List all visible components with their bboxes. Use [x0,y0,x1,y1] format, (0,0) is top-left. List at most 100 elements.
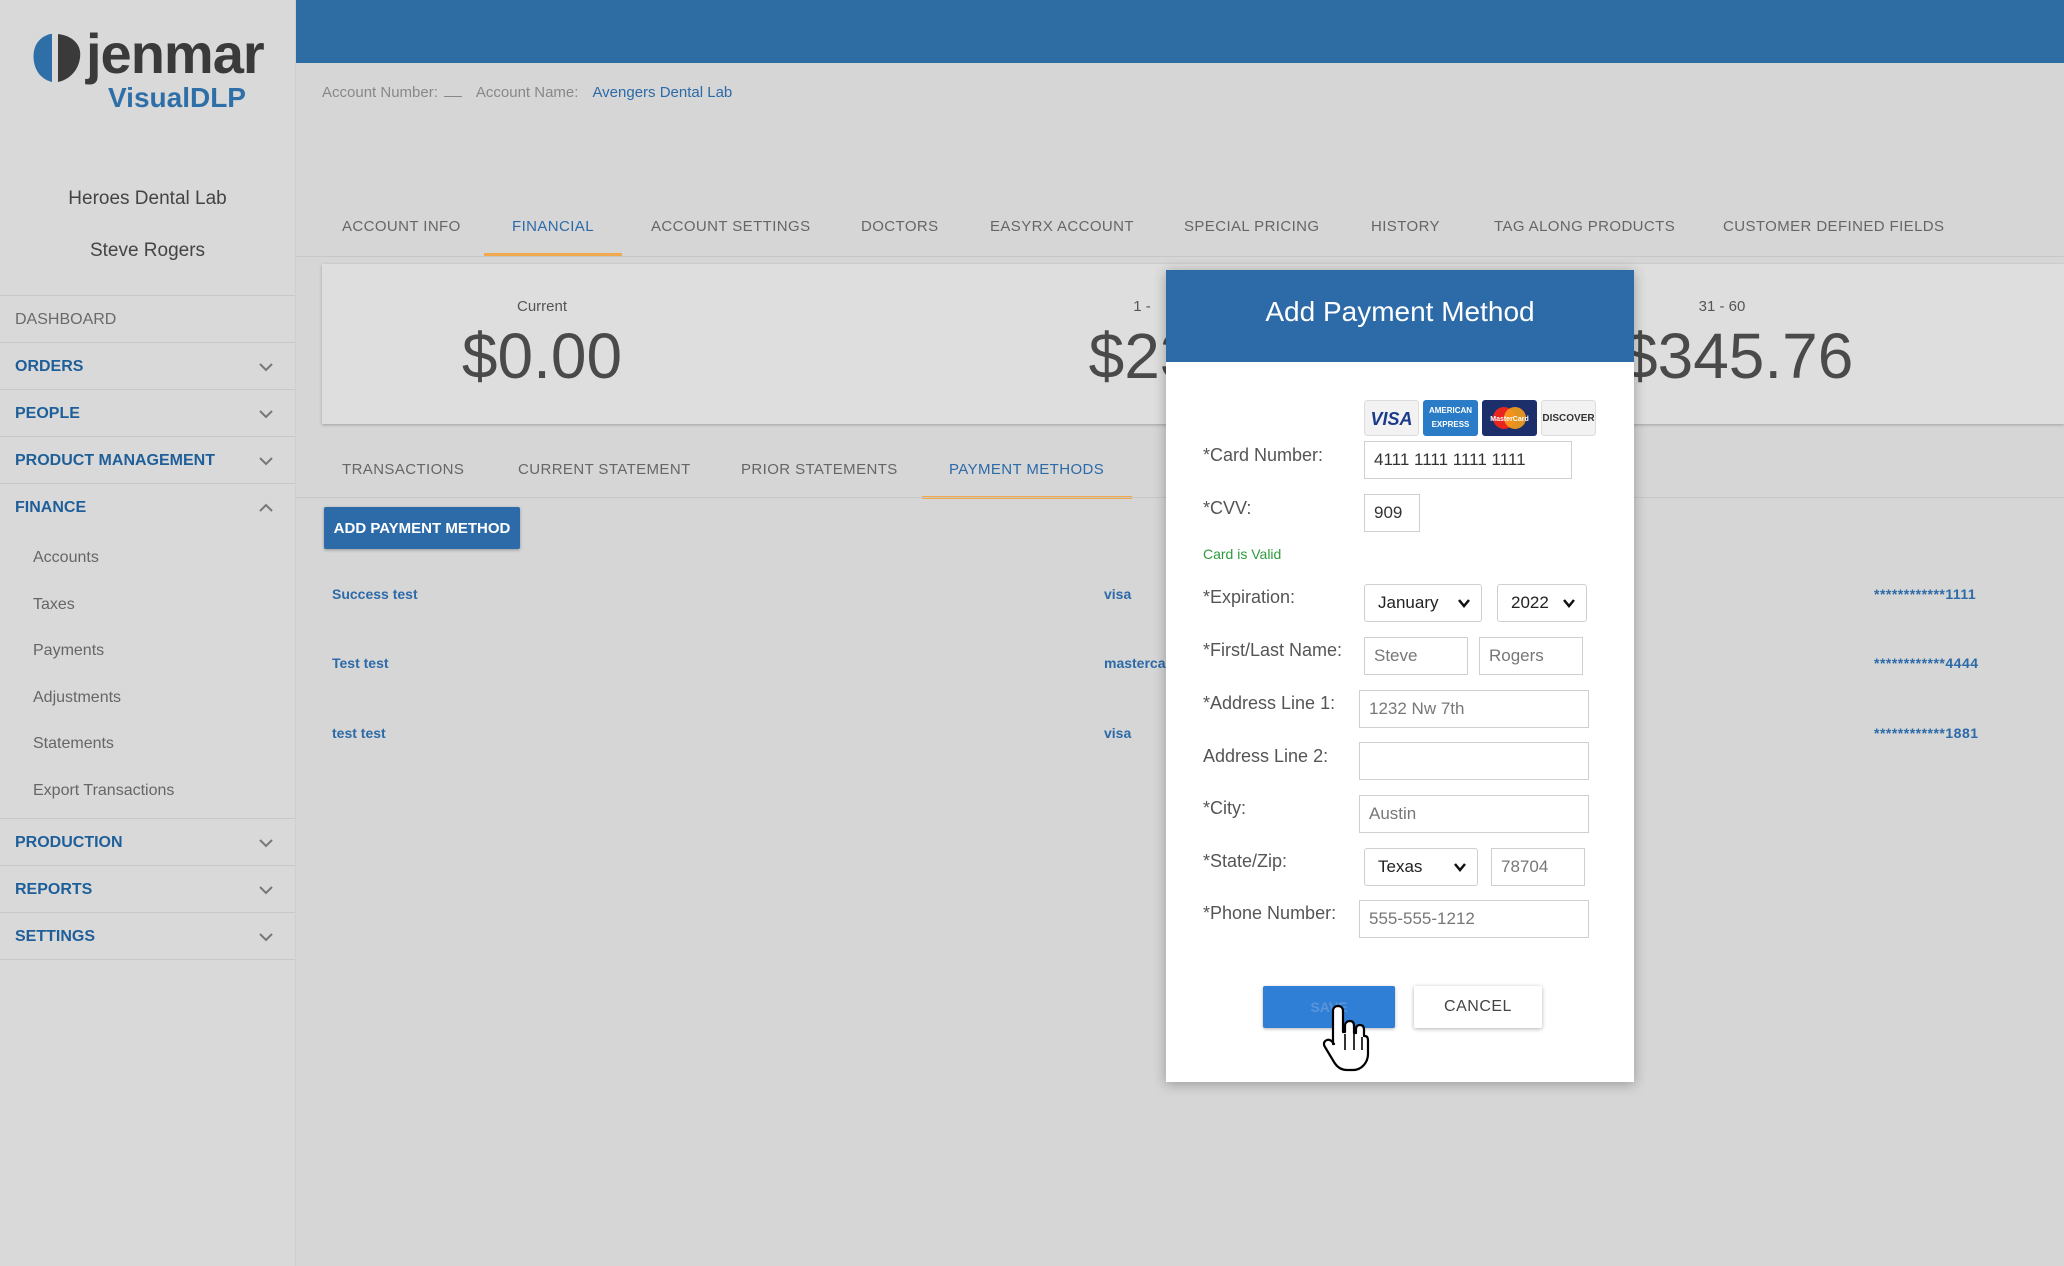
mastercard-label: MasterCard [1490,416,1529,423]
tabs-divider [296,256,2064,257]
expiration-year-value: 2022 [1511,593,1549,612]
expiration-year-select[interactable]: 2022 [1497,584,1587,622]
summary-label: Current [516,298,568,315]
payment-method-number: ************1881 [1874,725,1979,741]
summary-value: $345.76 [1622,320,1854,392]
nav-finance-adjustments[interactable]: Adjustments [0,675,295,722]
visa-card-icon: VISA [1364,400,1419,436]
city-input[interactable]: Austin [1359,795,1589,833]
payment-method-number: ************4444 [1874,655,1979,671]
payment-method-type: visa [1104,586,1132,602]
amex-card-icon: AMERICAN EXPRESS [1423,400,1478,436]
nav-orders-label: ORDERS [15,358,84,375]
nav-finance[interactable]: FINANCE [0,484,295,531]
tab-doctors[interactable]: DOCTORS [861,206,939,256]
add-payment-method-dialog: Add Payment Method VISA AMERICAN EXPRESS… [1166,270,1634,1082]
chevron-down-icon [259,839,273,848]
phone-number-input[interactable]: 555-555-1212 [1359,900,1589,938]
finance-submenu: Accounts Taxes Payments Adjustments Stat… [0,531,295,819]
discover-card-icon: DISCOVER [1541,400,1596,436]
account-name-label: Account Name: [475,84,579,101]
subtab-current-statement[interactable]: CURRENT STATEMENT [518,449,691,499]
nav-finance-statements[interactable]: Statements [0,721,295,768]
account-name-value[interactable]: Avengers Dental Lab [592,84,732,101]
state-select[interactable]: Texas [1364,848,1478,886]
cancel-button[interactable]: CANCEL [1414,986,1542,1028]
nav-product-management-label: PRODUCT MANAGEMENT [15,452,215,469]
tab-customer-defined-fields[interactable]: CUSTOMER DEFINED FIELDS [1723,206,1944,256]
mastercard-card-icon: MasterCard [1482,400,1537,436]
nav-dashboard[interactable]: DASHBOARD [0,296,295,343]
card-number-input[interactable]: 4111 1111 1111 1111 [1364,441,1572,479]
nav-settings-label: SETTINGS [15,928,96,945]
account-number-label: Account Number: [322,84,438,101]
nav-orders[interactable]: ORDERS [0,343,295,390]
cvv-label: *CVV: [1203,498,1252,518]
address-line-1-input[interactable]: 1232 Nw 7th [1359,690,1589,728]
hand-pointer-cursor-icon [1322,1004,1370,1072]
summary-31-60: 31 - 60 $345.76 [1622,264,1854,392]
main-nav: DASHBOARD ORDERS PEOPLE PRODUCT MANAGEME… [0,295,295,960]
chevron-down-icon [259,410,273,419]
chevron-down-icon [259,363,273,372]
brand-name: jenmar [86,22,265,85]
nav-finance-export-transactions[interactable]: Export Transactions [0,768,295,815]
expiration-month-value: January [1378,593,1439,612]
tab-special-pricing[interactable]: SPECIAL PRICING [1184,206,1319,256]
tab-financial[interactable]: FINANCIAL [512,206,594,256]
chevron-down-icon [1454,863,1466,872]
nav-finance-accounts[interactable]: Accounts [0,535,295,582]
nav-reports-label: REPORTS [15,881,93,898]
chevron-up-icon [259,503,273,512]
user-lab-name: Heroes Dental Lab [68,188,227,209]
brand-logo[interactable]: jenmar VisualDLP [28,22,278,112]
card-valid-message: Card is Valid [1203,546,1282,562]
tab-history[interactable]: HISTORY [1371,206,1440,256]
nav-finance-payments[interactable]: Payments [0,628,295,675]
nav-production-label: PRODUCTION [15,834,123,851]
cvv-input[interactable]: 909 [1364,494,1420,532]
tab-tag-along-products[interactable]: TAG ALONG PRODUCTS [1494,206,1675,256]
city-label: *City: [1203,798,1247,818]
payment-method-name[interactable]: Test test [332,655,389,671]
payment-method-name[interactable]: Success test [332,586,418,602]
chevron-down-icon [259,457,273,466]
user-name: Steve Rogers [89,240,206,261]
nav-reports[interactable]: REPORTS [0,866,295,913]
last-name-input[interactable]: Rogers [1479,637,1583,675]
first-name-input[interactable]: Steve [1364,637,1468,675]
address-line-2-input[interactable] [1359,742,1589,780]
account-header: Account Number: Account Name: Avengers Den… [322,84,732,101]
subtab-payment-methods[interactable]: PAYMENT METHODS [949,449,1104,499]
subtab-prior-statements[interactable]: PRIOR STATEMENTS [741,449,898,499]
tab-account-info[interactable]: ACCOUNT INFO [342,206,461,256]
brand-product: VisualDLP [108,82,246,113]
name-label: *First/Last Name: [1203,640,1343,660]
nav-settings[interactable]: SETTINGS [0,913,295,960]
account-number-value [443,96,462,97]
nav-finance-taxes[interactable]: Taxes [0,582,295,629]
payment-method-name[interactable]: test test [332,725,386,741]
top-bar [296,0,2064,63]
summary-value: $0.00 [461,320,623,392]
payment-method-type: visa [1104,725,1132,741]
summary-label: 31 - 60 [1698,298,1746,315]
subtab-transactions[interactable]: TRANSACTIONS [342,449,464,499]
add-payment-method-button[interactable]: ADD PAYMENT METHOD [324,507,520,549]
expiration-month-select[interactable]: January [1364,584,1482,622]
chevron-down-icon [259,933,273,942]
zip-input[interactable]: 78704 [1491,848,1585,886]
nav-people[interactable]: PEOPLE [0,390,295,437]
chevron-down-icon [1458,599,1470,608]
card-number-label: *Card Number: [1203,445,1324,465]
tab-easyrx-account[interactable]: EASYRX ACCOUNT [990,206,1134,256]
nav-dashboard-label: DASHBOARD [15,311,117,328]
chevron-down-icon [1563,599,1575,608]
payment-method-type: masterca [1104,655,1166,671]
address-line-2-label: Address Line 2: [1203,746,1329,766]
address-line-1-label: *Address Line 1: [1203,693,1336,713]
nav-product-management[interactable]: PRODUCT MANAGEMENT [0,437,295,484]
tab-account-settings[interactable]: ACCOUNT SETTINGS [651,206,810,256]
jenmar-logo-icon [33,32,81,84]
nav-production[interactable]: PRODUCTION [0,819,295,866]
